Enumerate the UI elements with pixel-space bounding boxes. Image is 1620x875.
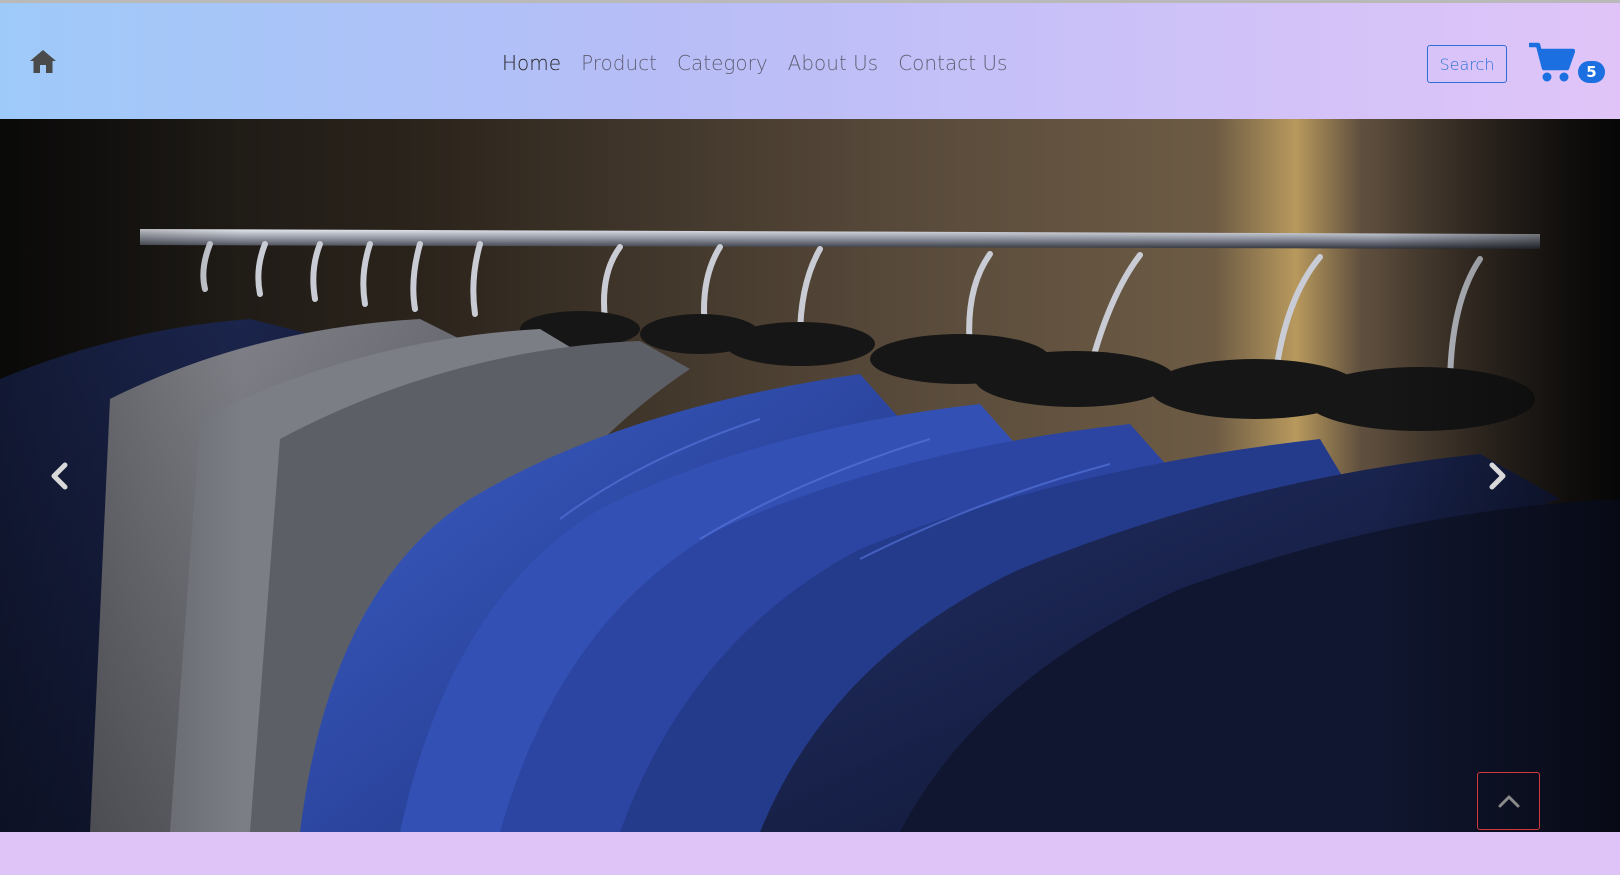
nav-link-category[interactable]: Category <box>677 51 768 75</box>
page-footer-band <box>0 832 1620 875</box>
nav-link-product[interactable]: Product <box>581 51 657 75</box>
main-nav: Home Product Category About Us Contact U… <box>502 51 1007 75</box>
cart-button[interactable]: 5 <box>1529 41 1609 89</box>
navbar: Home Product Category About Us Contact U… <box>0 3 1620 119</box>
cart-icon <box>1529 42 1575 82</box>
cart-count-badge: 5 <box>1578 61 1605 83</box>
nav-link-about-us[interactable]: About Us <box>788 51 879 75</box>
search-button[interactable]: Search <box>1427 45 1507 83</box>
chevron-right-icon[interactable] <box>1486 461 1510 491</box>
chevron-up-icon <box>1498 795 1519 808</box>
scroll-to-top-button[interactable] <box>1477 772 1540 830</box>
home-icon[interactable] <box>29 47 57 75</box>
hero-carousel <box>0 119 1620 832</box>
nav-link-contact-us[interactable]: Contact Us <box>898 51 1007 75</box>
nav-link-home[interactable]: Home <box>502 51 561 75</box>
chevron-left-icon[interactable] <box>47 461 71 491</box>
hero-image <box>0 119 1620 832</box>
